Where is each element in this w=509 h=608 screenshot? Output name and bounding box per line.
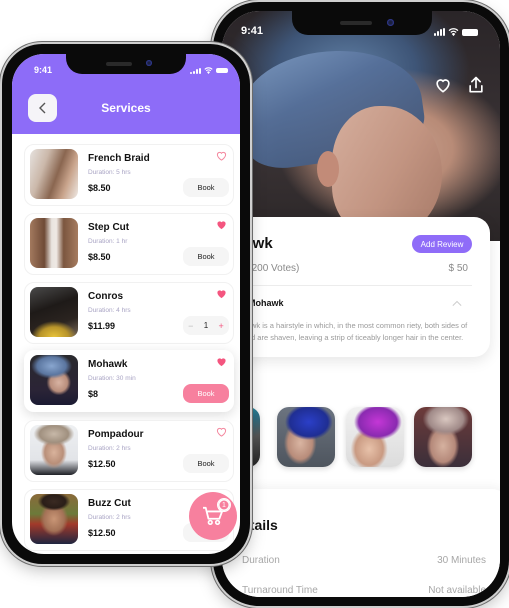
- detail-label: Duration: [242, 555, 280, 566]
- battery-icon: [462, 28, 478, 36]
- service-thumbnail: [30, 218, 78, 268]
- notch: [66, 54, 186, 74]
- cart-count-badge: 1: [217, 498, 231, 512]
- service-duration: Duration: 4 hrs: [88, 307, 131, 314]
- detail-value: Not available: [428, 585, 486, 596]
- service-thumbnail: [30, 494, 78, 544]
- service-name: Buzz Cut: [88, 498, 131, 509]
- status-time: 9:41: [34, 65, 53, 75]
- service-item-selected[interactable]: Mohawk Duration: 30 min $8 Book: [24, 350, 234, 412]
- service-price: $ 50: [448, 263, 468, 274]
- book-button[interactable]: Book: [183, 454, 229, 473]
- details-card: etails Duration 30 Minutes Turnaround Ti…: [222, 489, 500, 597]
- detail-value: 30 Minutes: [437, 555, 486, 566]
- detail-screen: 9:41 ohawk Add Review 4.6 (1200 Votes) $…: [222, 11, 500, 597]
- signal-icon: [190, 67, 201, 74]
- wifi-icon: [204, 67, 213, 74]
- service-price: $8: [88, 389, 99, 399]
- wifi-icon: [448, 28, 459, 36]
- service-name: Step Cut: [88, 222, 130, 233]
- service-price: $8.50: [88, 252, 111, 262]
- book-button[interactable]: Book: [183, 247, 229, 266]
- service-item[interactable]: Pompadour Duration: 2 hrs $12.50 Book: [24, 420, 234, 482]
- heart-filled-icon[interactable]: [216, 289, 227, 299]
- heart-filled-icon[interactable]: [216, 357, 227, 367]
- status-icons: [190, 67, 228, 74]
- hero-image: [222, 11, 500, 241]
- service-duration: Duration: 1 hr: [88, 238, 128, 245]
- signal-icon: [434, 28, 445, 36]
- hero-ear: [317, 151, 339, 187]
- service-item[interactable]: Step Cut Duration: 1 hr $8.50 Book: [24, 213, 234, 275]
- book-button[interactable]: Book: [183, 178, 229, 197]
- gallery-image[interactable]: [346, 407, 404, 467]
- status-time: 9:41: [241, 25, 264, 37]
- detail-row-turnaround: Turnaround Time Not available: [242, 585, 486, 596]
- service-duration: Duration: 30 min: [88, 375, 136, 382]
- heart-outline-icon[interactable]: [216, 427, 227, 437]
- detail-row-duration: Duration 30 Minutes: [242, 555, 486, 566]
- heart-filled-icon[interactable]: [216, 220, 227, 230]
- status-icons: [434, 28, 478, 36]
- service-item[interactable]: Conros Duration: 4 hrs $11.99 − 1 +: [24, 282, 234, 344]
- about-description: e mohawk is a hairstyle in which, in the…: [226, 321, 468, 342]
- service-thumbnail: [30, 287, 78, 337]
- divider: [222, 285, 472, 286]
- services-phone-frame: Services 9:41 French Braid Duration: 5 h…: [2, 44, 250, 564]
- cart-button[interactable]: 1: [189, 492, 237, 540]
- heart-outline-icon[interactable]: [216, 151, 227, 161]
- share-icon[interactable]: [466, 75, 486, 95]
- service-name: Pompadour: [88, 429, 144, 440]
- service-thumbnail: [30, 425, 78, 475]
- service-name: French Braid: [88, 153, 150, 164]
- heart-outline-icon[interactable]: [433, 75, 453, 95]
- service-thumbnail: [30, 355, 78, 405]
- page-title: Services: [101, 101, 151, 115]
- service-price: $11.99: [88, 321, 116, 331]
- service-item[interactable]: French Braid Duration: 5 hrs $8.50 Book: [24, 144, 234, 206]
- book-button[interactable]: Book: [183, 384, 229, 403]
- notch: [292, 11, 432, 35]
- chevron-up-icon[interactable]: [452, 299, 462, 309]
- service-price: $12.50: [88, 459, 116, 469]
- service-thumbnail: [30, 149, 78, 199]
- service-duration: Duration: 2 hrs: [88, 514, 131, 521]
- gallery: [222, 407, 500, 469]
- gallery-image[interactable]: [277, 407, 335, 467]
- add-review-button[interactable]: Add Review: [412, 235, 472, 253]
- decrement-button[interactable]: −: [188, 321, 193, 331]
- service-duration: Duration: 5 hrs: [88, 169, 131, 176]
- gallery-image[interactable]: [414, 407, 472, 467]
- service-name: Mohawk: [88, 359, 128, 370]
- service-duration: Duration: 2 hrs: [88, 445, 131, 452]
- quantity-stepper[interactable]: − 1 +: [183, 316, 229, 335]
- service-price: $8.50: [88, 183, 111, 193]
- services-screen: Services 9:41 French Braid Duration: 5 h…: [12, 54, 240, 554]
- service-name: Conros: [88, 291, 123, 302]
- battery-icon: [216, 68, 228, 73]
- service-info-card: ohawk Add Review 4.6 (1200 Votes) $ 50 b…: [222, 217, 490, 357]
- service-price: $12.50: [88, 528, 116, 538]
- detail-phone-frame: 9:41 ohawk Add Review 4.6 (1200 Votes) $…: [213, 2, 509, 606]
- quantity-value: 1: [203, 321, 209, 330]
- increment-button[interactable]: +: [219, 321, 224, 331]
- detail-label: Turnaround Time: [242, 585, 318, 596]
